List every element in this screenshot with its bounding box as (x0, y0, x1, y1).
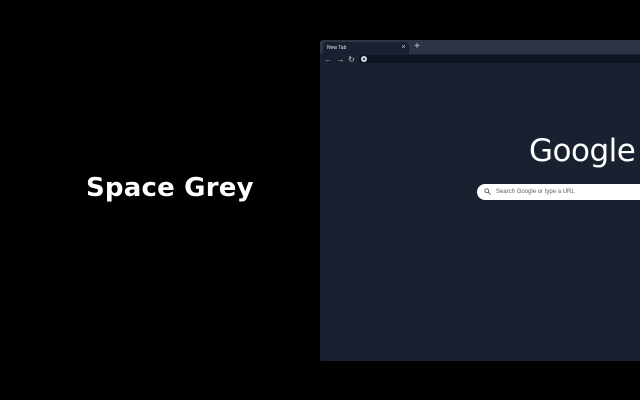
arrow-right-icon[interactable]: → (336, 55, 345, 64)
address-bar[interactable] (359, 55, 640, 63)
promo-title: Space Grey (86, 173, 254, 203)
close-icon[interactable]: × (400, 44, 407, 51)
plus-icon: + (414, 41, 420, 52)
browser-toolbar: ← → ↻ (320, 54, 640, 66)
search-input[interactable]: Search Google or type a URL (477, 184, 640, 200)
tab-new-tab[interactable]: New Tab × (323, 42, 409, 54)
google-logo: Google (529, 133, 636, 169)
google-g-icon (361, 56, 367, 62)
arrow-left-icon[interactable]: ← (324, 55, 333, 64)
reload-icon[interactable]: ↻ (347, 55, 356, 64)
tab-title: New Tab (327, 45, 347, 51)
new-tab-button[interactable]: + (412, 42, 422, 52)
search-icon (484, 188, 491, 195)
tab-strip: New Tab × + (320, 40, 640, 54)
browser-window: New Tab × + ← → ↻ Google Search Google o… (320, 40, 640, 361)
search-placeholder: Search Google or type a URL (496, 189, 575, 195)
